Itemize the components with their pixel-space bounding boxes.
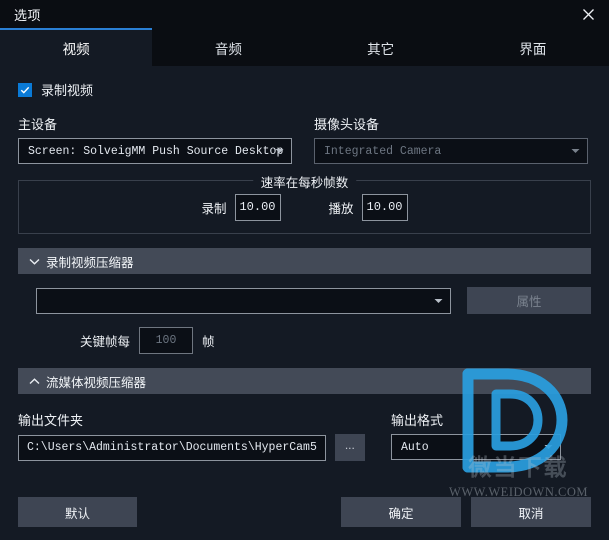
camera-device-label: 摄像头设备 <box>314 117 380 132</box>
stream-compressor-title: 流媒体视频压缩器 <box>46 375 147 390</box>
output-folder-label: 输出文件夹 <box>18 413 84 428</box>
record-video-checkbox[interactable] <box>18 82 32 97</box>
frame-rate-legend: 速率在每秒帧数 <box>252 172 357 191</box>
record-fps-value: 10.00 <box>239 200 276 214</box>
close-icon <box>582 8 595 21</box>
camera-device-group: 摄像头设备 Integrated Camera <box>314 114 588 164</box>
main-device-label: 主设备 <box>18 117 58 132</box>
dialog-footer: 默认 确定 取消 <box>0 484 609 540</box>
chevron-down-icon <box>544 444 553 450</box>
output-format-group: 输出格式 Auto <box>391 410 561 461</box>
keyframe-input[interactable]: 100 <box>139 327 194 354</box>
record-compressor-header[interactable]: 录制视频压缩器 <box>18 248 591 274</box>
stream-compressor-header[interactable]: 流媒体视频压缩器 <box>18 368 591 394</box>
chevron-down-icon <box>434 298 443 304</box>
tab-audio-label: 音频 <box>214 42 242 57</box>
playback-fps-label: 播放 <box>328 201 354 216</box>
main-device-value: Screen: SolveigMM Push Source Desktop Fi <box>28 144 292 158</box>
window-title: 选项 <box>14 7 42 23</box>
output-format-label: 输出格式 <box>391 413 444 428</box>
record-video-checkbox-row[interactable]: 录制视频 <box>18 80 93 99</box>
output-format-value: Auto <box>401 440 429 454</box>
record-compressor-title: 录制视频压缩器 <box>46 255 134 270</box>
tab-bar: 视频 音频 其它 界面 <box>0 28 609 66</box>
tab-interface-label: 界面 <box>519 42 547 57</box>
playback-fps-value: 10.00 <box>366 200 403 214</box>
tab-video-label: 视频 <box>62 42 90 57</box>
record-codec-select[interactable] <box>36 287 451 314</box>
main-device-group: 主设备 Screen: SolveigMM Push Source Deskto… <box>18 114 292 164</box>
browse-folder-button[interactable]: ... <box>334 434 365 461</box>
keyframe-suffix-label: 帧 <box>202 335 215 349</box>
record-compressor-body: 属性 关键帧每 100 帧 <box>18 287 591 354</box>
record-video-label: 录制视频 <box>41 83 94 98</box>
keyframe-value: 100 <box>155 334 177 347</box>
record-fps-item: 录制 10.00 <box>201 193 281 221</box>
video-tab-panel: 录制视频 主设备 Screen: SolveigMM Push Source D… <box>0 66 609 540</box>
frame-rate-group: 速率在每秒帧数 录制 10.00 播放 10.00 <box>18 172 591 234</box>
playback-fps-input[interactable]: 10.00 <box>361 193 408 221</box>
output-folder-input[interactable]: C:\Users\Administrator\Documents\HyperCa… <box>18 434 326 461</box>
output-folder-group: 输出文件夹 C:\Users\Administrator\Documents\H… <box>18 410 365 461</box>
output-settings: 输出文件夹 C:\Users\Administrator\Documents\H… <box>18 410 591 461</box>
codec-properties-button[interactable]: 属性 <box>467 287 591 314</box>
checkmark-icon <box>20 85 30 95</box>
tab-audio[interactable]: 音频 <box>152 28 304 66</box>
playback-fps-item: 播放 10.00 <box>328 193 408 221</box>
options-dialog: 选项 视频 音频 其它 界面 录制视频 主设备 Screen: SolveigM… <box>0 0 609 540</box>
chevron-down-icon <box>571 148 580 154</box>
close-button[interactable] <box>571 1 605 27</box>
tab-interface[interactable]: 界面 <box>457 28 609 66</box>
output-format-select[interactable]: Auto <box>391 434 561 460</box>
chevron-down-icon <box>26 258 42 265</box>
record-fps-input[interactable]: 10.00 <box>234 193 281 221</box>
camera-device-value: Integrated Camera <box>324 144 442 158</box>
default-button[interactable]: 默认 <box>18 497 137 527</box>
output-folder-row: C:\Users\Administrator\Documents\HyperCa… <box>18 434 365 461</box>
title-bar: 选项 <box>0 0 609 28</box>
tab-other-label: 其它 <box>367 42 395 57</box>
tab-video[interactable]: 视频 <box>0 28 153 66</box>
keyframe-prefix-label: 关键帧每 <box>80 335 131 349</box>
ok-button[interactable]: 确定 <box>341 497 461 527</box>
camera-device-select[interactable]: Integrated Camera <box>314 138 588 164</box>
output-folder-value: C:\Users\Administrator\Documents\HyperCa… <box>27 441 317 454</box>
device-selectors: 主设备 Screen: SolveigMM Push Source Deskto… <box>18 114 591 164</box>
keyframe-row: 关键帧每 100 帧 <box>36 327 591 354</box>
chevron-down-icon <box>275 148 284 154</box>
tab-other[interactable]: 其它 <box>305 28 457 66</box>
record-fps-label: 录制 <box>201 201 227 216</box>
main-device-select[interactable]: Screen: SolveigMM Push Source Desktop Fi <box>18 138 292 164</box>
cancel-button[interactable]: 取消 <box>471 497 591 527</box>
chevron-up-icon <box>26 377 42 385</box>
record-codec-row: 属性 <box>36 287 591 314</box>
